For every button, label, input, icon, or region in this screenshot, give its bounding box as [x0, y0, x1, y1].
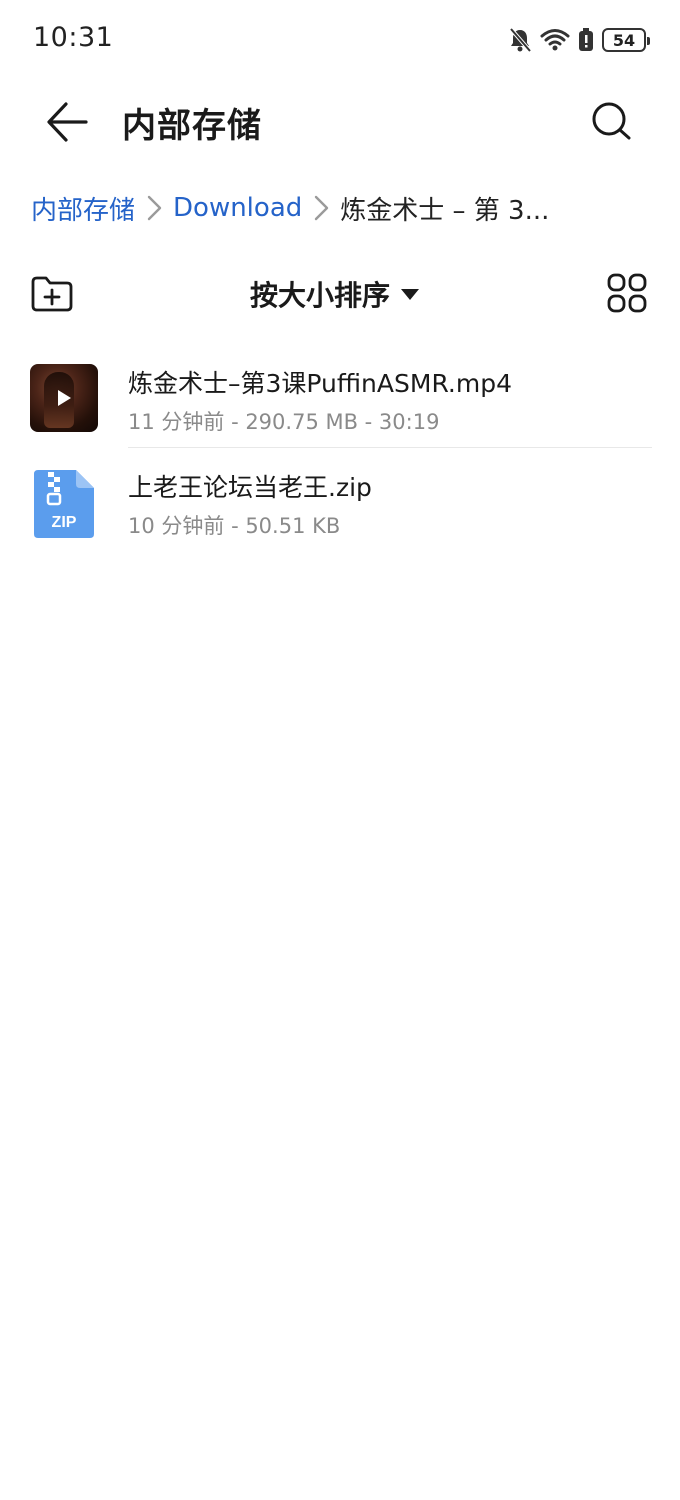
play-icon: [58, 390, 71, 406]
file-item-zip[interactable]: ZIP 上老王论坛当老王.zip 10 分钟前 - 50.51 KB: [0, 448, 680, 552]
file-name: 炼金术士–第3课PuffinASMR.mp4: [128, 369, 512, 398]
breadcrumb-download[interactable]: Download: [173, 193, 302, 223]
search-icon: [592, 102, 631, 140]
search-button[interactable]: [588, 98, 636, 146]
chevron-right-icon: [147, 195, 162, 221]
file-meta: 11 分钟前 - 290.75 MB - 30:19: [128, 410, 440, 434]
zip-file-icon: ZIP: [30, 468, 98, 538]
folder-add-icon: [31, 276, 73, 312]
grid-view-icon: [607, 273, 647, 313]
file-name: 上老王论坛当老王.zip: [128, 473, 372, 502]
wifi-icon: [540, 28, 570, 52]
page-title: 内部存储: [122, 106, 262, 146]
file-item-video[interactable]: 炼金术士–第3课PuffinASMR.mp4 11 分钟前 - 290.75 M…: [0, 344, 680, 448]
breadcrumb-current-folder: 炼金术士 – 第 3...: [340, 195, 550, 226]
file-list: 炼金术士–第3课PuffinASMR.mp4 11 分钟前 - 290.75 M…: [0, 344, 680, 552]
file-manager-screen: 10:31 54 内部存储 内部存储 Download 炼金术士 – 第 3..…: [0, 0, 680, 1500]
status-bar: 10:31 54: [0, 0, 680, 80]
chevron-right-icon: [315, 195, 329, 221]
zip-thumb-label: ZIP: [52, 514, 77, 531]
title-bar: 内部存储: [0, 80, 680, 164]
arrow-left-icon: [47, 102, 88, 142]
toolbar: 按大小排序: [0, 266, 680, 322]
breadcrumb: 内部存储 Download 炼金术士 – 第 3...: [31, 186, 549, 230]
sort-dropdown[interactable]: 按大小排序: [250, 272, 420, 316]
alert-battery-icon: [578, 28, 594, 52]
battery-indicator: 54: [602, 28, 650, 52]
bell-off-icon: [508, 27, 532, 53]
breadcrumb-internal-storage[interactable]: 内部存储: [31, 190, 135, 227]
file-meta: 10 分钟前 - 50.51 KB: [128, 514, 341, 538]
sort-label: 按大小排序: [250, 279, 391, 312]
status-icons: 54: [508, 26, 650, 54]
caret-down-icon: [401, 289, 420, 300]
back-button[interactable]: [40, 98, 92, 146]
status-time: 10:31: [33, 22, 114, 53]
grid-view-button[interactable]: [606, 272, 648, 314]
video-thumbnail: [30, 364, 98, 432]
new-folder-button[interactable]: [30, 274, 74, 314]
